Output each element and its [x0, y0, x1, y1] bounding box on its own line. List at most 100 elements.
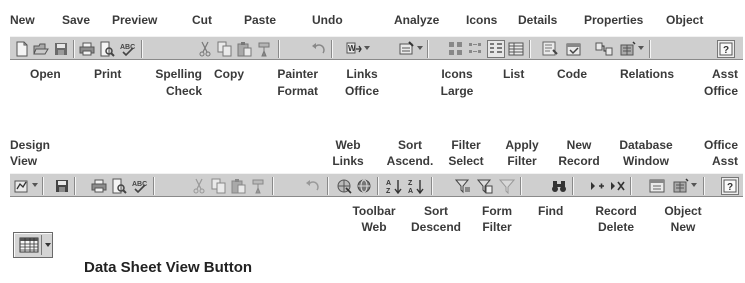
toolbar-separator — [703, 177, 705, 195]
office-assistant-icon: ? — [723, 179, 737, 193]
spelling-check-button[interactable]: ABC — [118, 40, 136, 58]
new-object-button[interactable] — [619, 40, 637, 58]
apply-filter-button[interactable] — [498, 177, 516, 195]
new-object-icon — [673, 178, 689, 193]
print-preview-button-2[interactable] — [110, 177, 128, 195]
web-toolbar-button[interactable] — [355, 177, 373, 195]
new-button[interactable] — [13, 40, 31, 58]
relationships-button[interactable] — [595, 40, 613, 58]
office-assistant-button[interactable]: ? — [717, 40, 735, 58]
label-relations: Relations — [620, 67, 675, 81]
format-painter-button[interactable] — [256, 40, 274, 58]
web-links-button[interactable] — [335, 177, 353, 195]
label-design: Design — [10, 138, 51, 152]
toolbar-separator — [427, 40, 429, 58]
copy-button[interactable] — [216, 40, 234, 58]
analyze-button[interactable] — [398, 40, 416, 58]
office-links-button[interactable]: W — [345, 40, 363, 58]
label-apply: Apply — [505, 138, 539, 152]
label-links-office: Office — [344, 84, 379, 98]
toolbar-separator — [73, 40, 75, 58]
format-painter-button-2[interactable] — [250, 177, 268, 195]
label-database-window: Window — [623, 154, 669, 168]
floppy-disk-icon — [56, 180, 68, 192]
copy-icon — [217, 41, 232, 57]
paste-button-2[interactable] — [230, 177, 248, 195]
filter-funnel-icon — [455, 179, 470, 194]
design-view-button[interactable] — [13, 177, 31, 195]
list-view-button[interactable] — [487, 40, 505, 58]
open-folder-icon — [33, 43, 49, 55]
spelling-check-icon: ABC — [132, 181, 147, 194]
new-object-dropdown-arrow-icon[interactable] — [638, 46, 644, 50]
details-icon — [508, 42, 524, 56]
filter-by-selection-button[interactable] — [454, 177, 472, 195]
sort-descending-button[interactable]: ZA — [408, 177, 426, 195]
undo-button-2[interactable] — [304, 177, 322, 195]
clipboard-paste-icon — [237, 42, 252, 57]
analyze-dropdown-arrow-icon[interactable] — [417, 46, 423, 50]
spelling-check-button-2[interactable]: ABC — [130, 177, 148, 195]
paintbrush-icon — [252, 179, 264, 194]
view-dropdown-arrow-icon[interactable] — [32, 183, 38, 187]
cut-button[interactable] — [196, 40, 214, 58]
label-office-asst: Asst — [711, 154, 738, 168]
label-apply-filter: Filter — [507, 154, 537, 168]
office-assistant-icon: ? — [719, 42, 733, 56]
datasheet-view-dropdown-arrow-icon[interactable] — [45, 243, 51, 247]
undo-arrow-icon — [312, 43, 325, 54]
print-preview-button[interactable] — [98, 40, 116, 58]
code-button[interactable] — [541, 40, 559, 58]
svg-text:A: A — [386, 180, 391, 187]
datasheet-view-main[interactable] — [16, 235, 42, 255]
label-save: Save — [62, 13, 91, 27]
new-object-button-2[interactable] — [672, 177, 690, 195]
cut-button-2[interactable] — [190, 177, 208, 195]
label-sort-descend: Descend — [410, 220, 462, 234]
label-toolbar-web: Web — [361, 220, 387, 234]
undo-button[interactable] — [310, 40, 328, 58]
label-analyze: Analyze — [394, 13, 440, 27]
svg-text:?: ? — [727, 182, 733, 193]
links-dropdown-arrow-icon[interactable] — [364, 46, 370, 50]
label-filter: Filter — [451, 138, 481, 152]
small-icons-button[interactable] — [467, 40, 485, 58]
paste-button[interactable] — [236, 40, 254, 58]
save-button[interactable] — [52, 40, 70, 58]
label-sort: Sort — [398, 138, 422, 152]
toolbar-separator — [153, 177, 155, 195]
paintbrush-icon — [258, 42, 270, 57]
new-object-dropdown-arrow-icon-2[interactable] — [691, 183, 697, 187]
new-record-button[interactable] — [588, 177, 606, 195]
toolbar-separator — [529, 40, 531, 58]
large-icons-button[interactable] — [447, 40, 465, 58]
copy-button-2[interactable] — [210, 177, 228, 195]
label-preview: Preview — [112, 13, 158, 27]
printer-icon — [91, 179, 107, 193]
new-document-icon — [16, 41, 28, 57]
hyperlink-icon — [337, 179, 352, 194]
find-button[interactable] — [550, 177, 568, 195]
apply-filter-icon — [499, 179, 515, 194]
label-object: Object — [666, 13, 704, 27]
new-object-icon — [620, 41, 636, 56]
details-view-button[interactable] — [507, 40, 525, 58]
label-code: Code — [557, 67, 587, 81]
properties-button[interactable] — [565, 40, 583, 58]
svg-text:Z: Z — [408, 180, 413, 187]
save-button-2[interactable] — [53, 177, 71, 195]
sort-ascending-button[interactable]: AZ — [386, 177, 404, 195]
print-button[interactable] — [78, 40, 96, 58]
label-form: Form — [482, 204, 512, 218]
filter-by-form-button[interactable] — [476, 177, 494, 195]
print-button-2[interactable] — [90, 177, 108, 195]
label-print: Print — [94, 67, 122, 81]
database-window-button[interactable] — [648, 177, 666, 195]
svg-text:A: A — [408, 188, 413, 194]
office-assistant-button-2[interactable]: ? — [721, 177, 739, 195]
label-undo: Undo — [312, 13, 343, 27]
delete-record-button[interactable] — [608, 177, 626, 195]
label-record-delete: Delete — [597, 220, 635, 234]
datasheet-view-button[interactable] — [13, 232, 53, 258]
open-button[interactable] — [32, 40, 50, 58]
